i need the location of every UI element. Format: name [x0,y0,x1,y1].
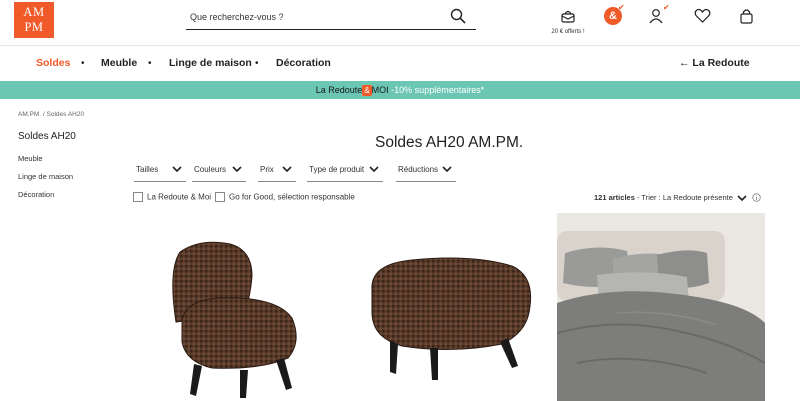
account-icon[interactable] [648,8,664,29]
back-to-la-redoute-link[interactable]: ← La Redoute [679,57,750,69]
back-label: La Redoute [692,57,750,69]
info-icon[interactable] [752,193,761,202]
chevron-down-icon [442,166,452,173]
filter-prix[interactable]: Prix [258,158,296,182]
logo-line-2: PM [24,20,44,34]
search-icon[interactable] [450,8,466,29]
heart-icon[interactable] [694,8,711,29]
nav-separator: • [255,58,259,69]
filter-label: Type de produit [309,165,365,174]
promo-offer: -10% supplémentaires* [391,85,485,95]
nav-item-linge-de-maison[interactable]: Linge de maison [169,57,252,69]
main-nav: Soldes • Meuble • Linge de maison • Déco… [0,46,800,81]
club-check-icon: ✔ [618,3,625,12]
sidebar-item-decoration[interactable]: Décoration [18,190,54,199]
checkbox-label: La Redoute & Moi [147,192,212,202]
nav-item-meuble[interactable]: Meuble [101,57,137,69]
search-bar [186,6,476,30]
breadcrumb[interactable]: AM.PM. / Soldes AH20 [18,111,84,118]
nav-item-decoration[interactable]: Décoration [276,57,331,69]
checkbox-go-for-good[interactable]: Go for Good, sélection responsable [215,192,355,204]
checkbox-box[interactable] [215,192,225,202]
filter-label: Prix [260,165,274,174]
filter-label: Couleurs [194,165,227,174]
search-input[interactable] [186,6,436,28]
sidebar-item-meuble[interactable]: Meuble [18,154,43,163]
chevron-down-icon [282,166,292,173]
chevron-down-icon [369,166,379,173]
offers-label[interactable]: 20 € offerts ! [546,29,590,35]
results-and-sort: 121 articles - Trier : La Redoute présen… [594,193,733,202]
bedding-image [557,213,765,401]
product-card-footstool[interactable] [362,250,537,385]
product-card-armchair[interactable] [160,230,310,401]
sidebar-item-linge-de-maison[interactable]: Linge de maison [18,172,73,181]
filter-couleurs[interactable]: Couleurs [192,158,246,182]
chevron-down-icon [232,166,242,173]
checkbox-box[interactable] [133,192,143,202]
page-title: Soldes AH20 AM.PM. [375,134,524,151]
filter-tailles[interactable]: Tailles [134,158,186,182]
site-header: AM PM 20 € offerts ! & ✔ ✔ [0,0,800,46]
ampm-logo[interactable]: AM PM [14,2,54,38]
footstool-image [371,257,532,380]
nav-item-soldes[interactable]: Soldes [36,57,70,69]
nav-separator: • [148,58,152,69]
promo-brand-right: MOI [371,85,389,95]
gift-offer-icon[interactable] [560,8,576,29]
filter-type-de-produit[interactable]: Type de produit [307,158,383,182]
nav-separator: • [81,58,85,69]
article-count: 121 articles [594,193,635,202]
promo-amp-badge: & [362,85,372,96]
sidebar-title: Soldes AH20 [18,131,76,142]
bag-icon[interactable] [739,8,754,29]
arrow-left-icon: ← [679,57,690,69]
checkbox-label: Go for Good, sélection responsable [229,192,355,202]
armchair-image [172,241,297,398]
logo-line-1: AM [23,5,45,19]
filter-label: Tailles [136,165,159,174]
promo-brand-left: La Redoute [315,85,363,95]
chevron-down-icon [172,166,182,173]
sort-prefix: - Trier : [636,193,661,202]
account-check-icon: ✔ [663,3,670,12]
promo-banner[interactable]: La Redoute & MOI -10% supplémentaires* [0,81,800,99]
sort-value[interactable]: La Redoute présente [663,193,733,202]
product-card-bedding[interactable] [557,213,765,401]
filter-reductions[interactable]: Réductions [396,158,456,182]
checkbox-la-redoute-et-moi[interactable]: La Redoute & Moi [133,192,211,204]
filter-label: Réductions [398,165,439,174]
sort-chevron-down-icon[interactable] [737,195,747,202]
